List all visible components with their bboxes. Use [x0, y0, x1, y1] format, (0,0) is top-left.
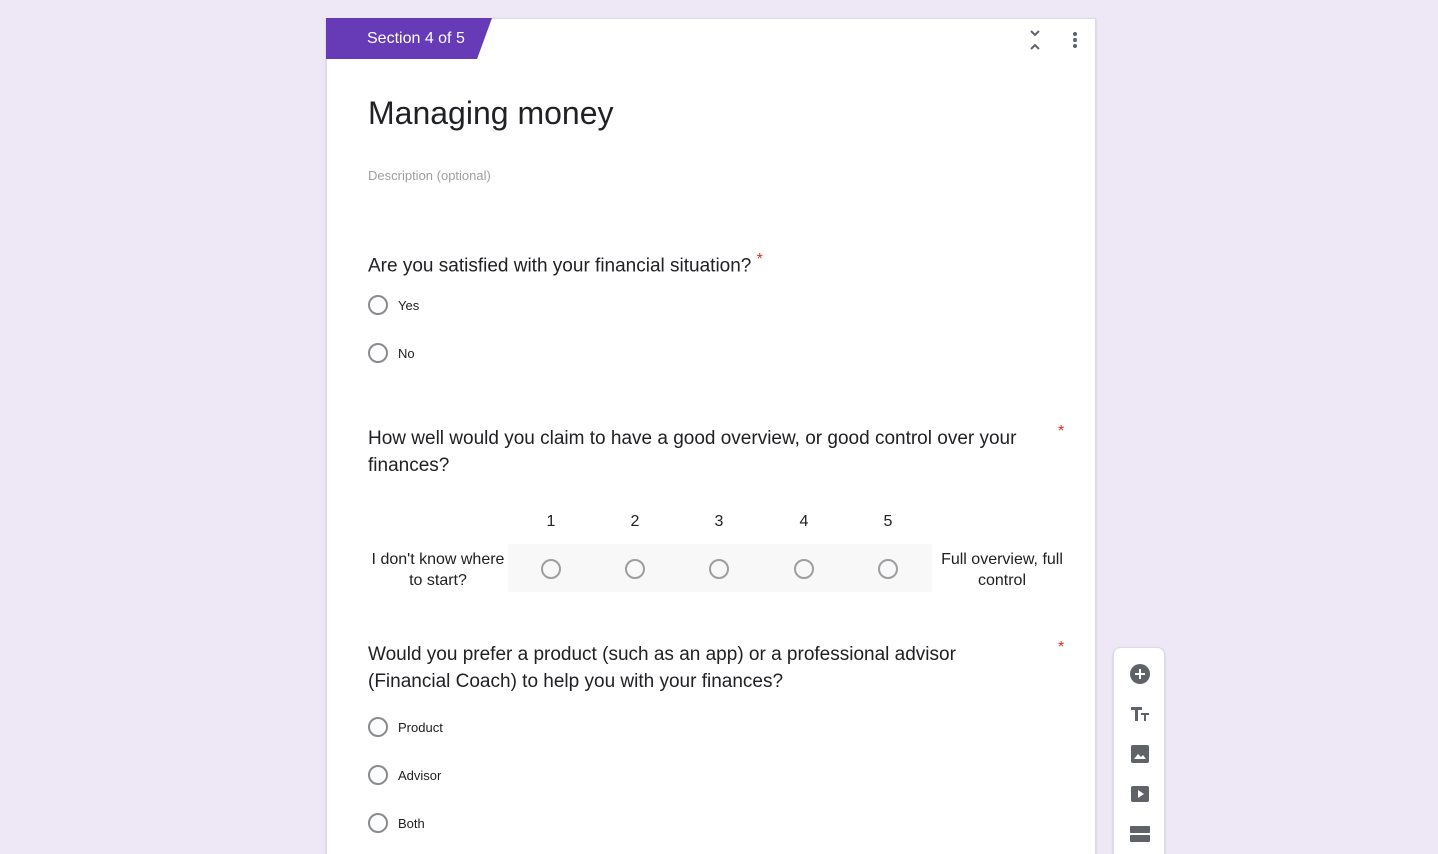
scale-radio-3[interactable]	[709, 559, 729, 579]
option-both[interactable]: Both	[368, 812, 425, 834]
option-label: No	[398, 345, 415, 361]
floating-toolbar	[1113, 647, 1165, 854]
option-product[interactable]: Product	[368, 716, 443, 738]
add-section-icon	[1130, 826, 1150, 842]
more-options-button[interactable]	[1063, 27, 1087, 53]
question-3-text: Would you prefer a product (such as an a…	[368, 644, 956, 692]
add-image-icon	[1131, 745, 1149, 763]
add-video-icon	[1131, 786, 1149, 802]
add-section-button[interactable]	[1128, 822, 1152, 846]
scale-number-5: 5	[883, 513, 893, 530]
required-mark: *	[1058, 423, 1065, 440]
option-yes[interactable]: Yes	[368, 294, 419, 316]
add-image-button[interactable]	[1128, 742, 1152, 766]
add-title-icon	[1131, 707, 1149, 721]
radio-button[interactable]	[368, 765, 388, 785]
question-2-title[interactable]: How well would you claim to have a good …	[368, 425, 1058, 479]
section-card: Section 4 of 5 Managing money Descriptio…	[326, 18, 1096, 854]
option-no[interactable]: No	[368, 342, 415, 364]
scale-radio-2[interactable]	[625, 559, 645, 579]
section-title[interactable]: Managing money	[368, 95, 613, 132]
collapse-icon	[1030, 30, 1040, 50]
scale-number-2: 2	[630, 513, 640, 530]
scale-high-label: Full overview, full control	[941, 551, 1063, 589]
section-badge: Section 4 of 5	[326, 18, 492, 59]
question-1-title[interactable]: Are you satisfied with your financial si…	[368, 246, 1068, 279]
more-vert-icon	[1073, 32, 1077, 48]
question-1-text: Are you satisfied with your financial si…	[368, 255, 752, 277]
radio-button[interactable]	[368, 343, 388, 363]
option-label: Yes	[398, 297, 420, 313]
add-video-button[interactable]	[1128, 782, 1152, 806]
add-question-button[interactable]	[1128, 662, 1152, 686]
add-title-button[interactable]	[1128, 702, 1152, 726]
section-description-field[interactable]: Description (optional)	[368, 168, 491, 183]
add-question-icon	[1130, 664, 1150, 684]
scale-number-4: 4	[799, 513, 809, 530]
option-advisor[interactable]: Advisor	[368, 764, 441, 786]
required-mark: *	[1058, 639, 1065, 656]
question-2-text: How well would you claim to have a good …	[368, 428, 1017, 476]
option-label: Advisor	[398, 767, 442, 783]
scale-radio-4[interactable]	[794, 559, 814, 579]
required-mark: *	[756, 251, 763, 268]
option-label: Product	[398, 719, 443, 735]
option-label: Both	[398, 815, 425, 831]
scale-number-3: 3	[714, 513, 724, 530]
radio-button[interactable]	[368, 717, 388, 737]
collapse-section-button[interactable]	[1023, 27, 1047, 53]
scale-low-label: I don't know where to start?	[371, 551, 505, 589]
scale-radio-1[interactable]	[541, 559, 561, 579]
radio-button[interactable]	[368, 295, 388, 315]
radio-button[interactable]	[368, 813, 388, 833]
scale-radio-5[interactable]	[878, 559, 898, 579]
scale-number-1: 1	[546, 513, 556, 530]
question-3-title[interactable]: Would you prefer a product (such as an a…	[368, 641, 1018, 695]
